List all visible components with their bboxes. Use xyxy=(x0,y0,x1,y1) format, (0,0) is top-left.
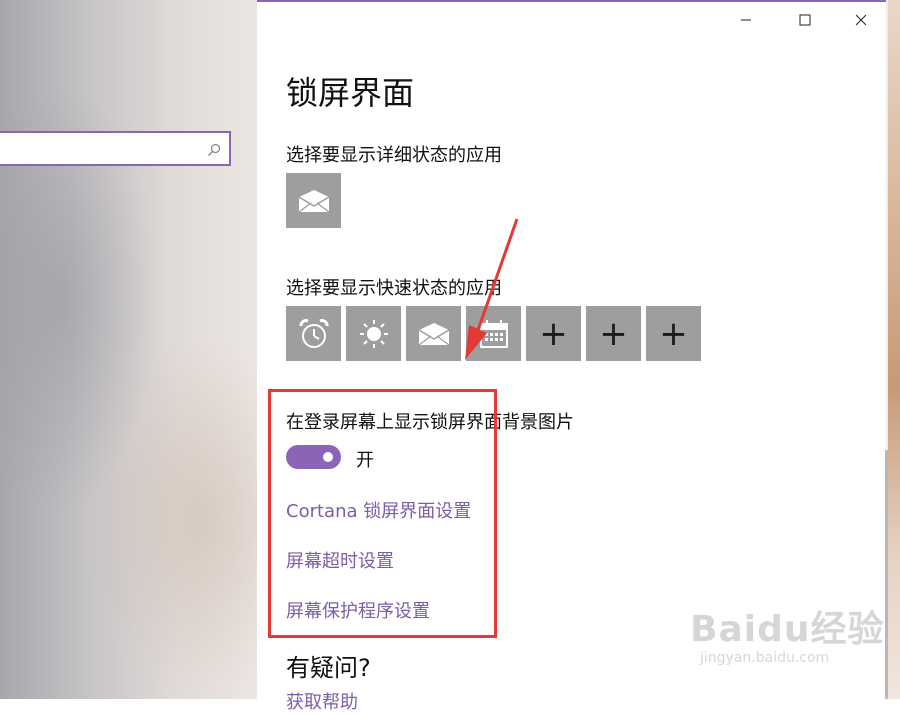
quick-status-app-mail[interactable] xyxy=(406,306,461,361)
weather-sun-icon xyxy=(359,319,388,348)
close-button[interactable] xyxy=(838,6,884,34)
blurred-background-right xyxy=(888,0,900,699)
search-input[interactable] xyxy=(0,131,231,166)
detailed-status-app-mail[interactable] xyxy=(286,173,341,228)
plus-icon: + xyxy=(659,313,688,354)
plus-icon: + xyxy=(539,313,568,354)
mail-icon xyxy=(298,189,329,212)
close-icon xyxy=(855,14,867,26)
minimize-icon xyxy=(741,19,751,21)
quick-status-add-slot[interactable]: + xyxy=(646,306,701,361)
blurred-background xyxy=(0,0,257,699)
alarm-clock-icon xyxy=(299,318,328,348)
maximize-icon xyxy=(799,14,811,26)
annotation-highlight-box xyxy=(268,389,497,638)
page-title: 锁屏界面 xyxy=(286,74,415,112)
mail-icon xyxy=(418,322,449,345)
quick-status-add-slot[interactable]: + xyxy=(586,306,641,361)
quick-status-app-alarm[interactable] xyxy=(286,306,341,361)
plus-icon: + xyxy=(599,313,628,354)
annotation-arrow-icon xyxy=(465,218,519,360)
watermark-url: jingyan.baidu.com xyxy=(700,650,830,666)
quick-status-app-weather[interactable] xyxy=(346,306,401,361)
maximize-button[interactable] xyxy=(782,6,828,34)
scrollbar-thumb[interactable] xyxy=(885,450,888,699)
get-help-link[interactable]: 获取帮助 xyxy=(286,688,358,714)
watermark-logo-text: Baidu经验 xyxy=(690,609,885,650)
quick-status-add-slot[interactable]: + xyxy=(526,306,581,361)
minimize-button[interactable] xyxy=(723,6,769,34)
search-icon xyxy=(207,142,221,156)
help-section-title: 有疑问? xyxy=(286,654,371,682)
detailed-status-label: 选择要显示详细状态的应用 xyxy=(286,145,502,166)
watermark: Baidu经验 jingyan.baidu.com xyxy=(690,600,884,666)
